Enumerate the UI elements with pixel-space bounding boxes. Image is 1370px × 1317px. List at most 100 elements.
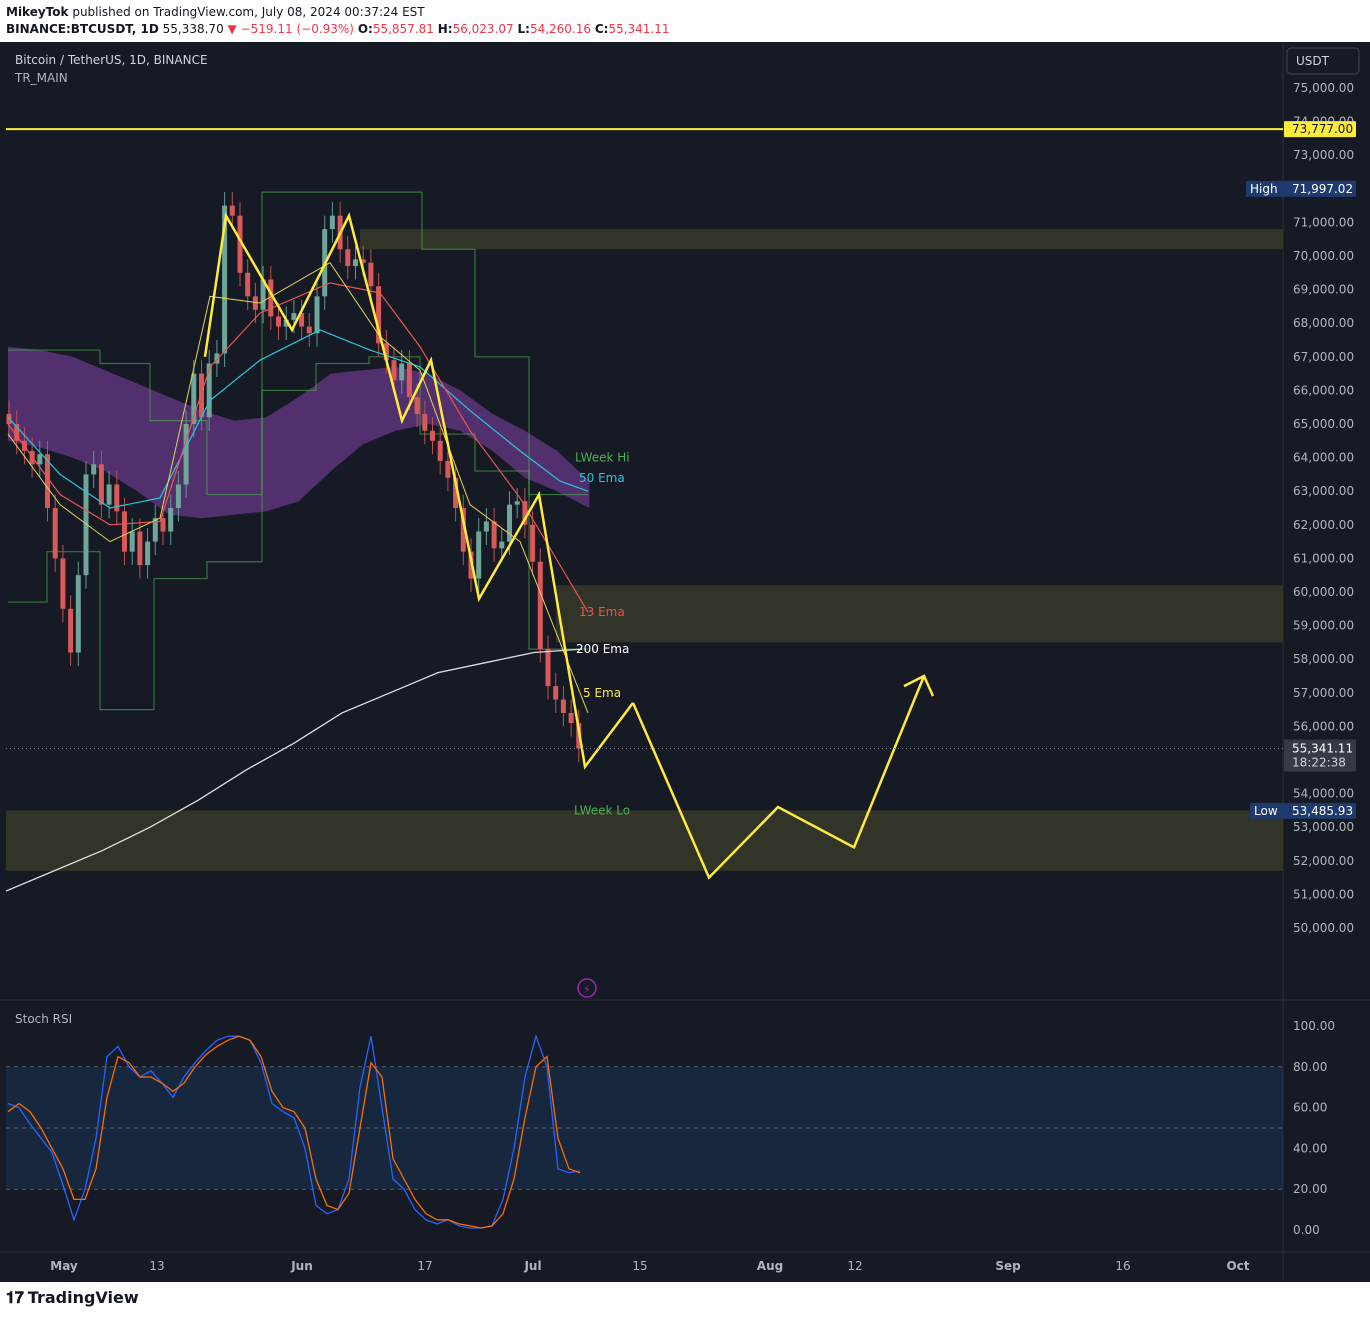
chart-area[interactable]: LWeek Hi 50 Ema 13 Ema 200 Ema 5 Ema LWeek Lo… xyxy=(0,42,1370,1282)
candle-body xyxy=(229,205,235,216)
price-tick-label: 66,000.00 xyxy=(1293,383,1354,397)
price-tick-label: 73,000.00 xyxy=(1293,148,1354,162)
price-change: −519.11 (−0.93%) xyxy=(240,22,354,36)
candle-body xyxy=(491,521,497,549)
stoch-band xyxy=(6,1066,1283,1190)
time-tick-label: 15 xyxy=(632,1259,647,1273)
candle-body xyxy=(68,608,74,653)
candle-body xyxy=(60,558,66,609)
annotation-label: 200 Ema xyxy=(576,642,629,656)
chart-canvas[interactable]: LWeek Hi 50 Ema 13 Ema 200 Ema 5 Ema LWeek Lo… xyxy=(0,42,1370,1282)
price-tick-label: 52,000.00 xyxy=(1293,854,1354,868)
time-tick-label: May xyxy=(50,1259,78,1273)
stoch-rsi-title: Stoch RSI xyxy=(15,1012,72,1026)
candle-body xyxy=(183,424,189,485)
rsi-tick-label: 0.00 xyxy=(1293,1223,1320,1237)
annotation-label: 13 Ema xyxy=(579,605,625,619)
candle-body xyxy=(106,484,112,505)
price-tick-label: 53,000.00 xyxy=(1293,820,1354,834)
time-axis[interactable]: May 13 Jun 17 Jul 15 Aug 12 Sep 16 Oct xyxy=(50,1259,1250,1273)
stoch-rsi-pane: Stoch RSI 0.00 20.00 40.00 60.00 80.00 100.00 xyxy=(6,1012,1335,1237)
close-value: 55,341.11 xyxy=(608,22,670,36)
last-price: 55,338.70 xyxy=(162,22,224,36)
rsi-tick-label: 20.00 xyxy=(1293,1182,1327,1196)
candle-body xyxy=(368,262,374,287)
candle-body xyxy=(530,524,536,562)
time-tick-label: 13 xyxy=(149,1259,164,1273)
price-tick-label: 57,000.00 xyxy=(1293,686,1354,700)
alert-icon[interactable]: ⚡ xyxy=(577,978,597,998)
ema-band-fill xyxy=(8,346,590,519)
tradingview-logo-icon: 𝟏𝟕 xyxy=(6,1288,24,1307)
candle-body xyxy=(514,501,520,505)
annotation-label: LWeek Lo xyxy=(574,803,630,817)
time-tick-label: Sep xyxy=(995,1259,1021,1273)
candle-body xyxy=(52,508,58,559)
currency-label: USDT xyxy=(1296,54,1330,68)
low-value: 54,260.16 xyxy=(529,22,592,36)
candle-body xyxy=(545,649,551,687)
publish-info: published on TradingView.com, July 08, 2… xyxy=(72,5,425,19)
candle-body xyxy=(422,413,428,431)
zone-0 xyxy=(360,229,1283,250)
candle-body xyxy=(91,464,97,475)
currency-button[interactable]: USDT xyxy=(1286,47,1360,75)
annotation-label: LWeek Hi xyxy=(575,451,630,465)
author-name[interactable]: MikeyTok xyxy=(6,5,69,19)
tradingview-footer[interactable]: 𝟏𝟕 TradingView xyxy=(6,1288,139,1308)
open-value: 55,857.81 xyxy=(372,22,434,36)
price-tick-label: 70,000.00 xyxy=(1293,249,1354,263)
candle-body xyxy=(129,531,135,552)
candle-body xyxy=(199,373,204,418)
candle-body xyxy=(537,561,543,650)
candle-body xyxy=(499,541,505,549)
rsi-tick-label: 40.00 xyxy=(1293,1141,1327,1155)
candle-body xyxy=(145,541,151,566)
price-tick-label: 64,000.00 xyxy=(1293,451,1354,465)
zone-2 xyxy=(6,810,1283,871)
candle-body xyxy=(399,363,405,381)
price-tick-label: 63,000.00 xyxy=(1293,484,1354,498)
low-price-label: 53,485.93 xyxy=(1292,804,1353,818)
candle-body xyxy=(206,363,212,418)
legend: Bitcoin / TetherUS, 1D, BINANCE TR_MAIN xyxy=(14,53,208,85)
candle-body xyxy=(353,259,358,267)
zone-1 xyxy=(556,585,1283,643)
candle-body xyxy=(175,484,181,508)
candle-body xyxy=(276,316,281,327)
price-tick-label: 50,000.00 xyxy=(1293,921,1354,935)
last-price-label: 55,341.11 xyxy=(1292,742,1353,756)
price-tick-label: 56,000.00 xyxy=(1293,719,1354,733)
candle-body xyxy=(122,511,127,552)
candle-body xyxy=(306,326,312,334)
price-tick-label: 60,000.00 xyxy=(1293,585,1354,599)
time-tick-label: Oct xyxy=(1226,1259,1249,1273)
candle-body xyxy=(507,504,512,542)
candle-body xyxy=(98,464,104,505)
candle-body xyxy=(37,454,43,465)
price-tick-label: 65,000.00 xyxy=(1293,417,1354,431)
candle-body xyxy=(476,531,482,579)
publish-header: MikeyTok published on TradingView.com, J… xyxy=(6,5,670,36)
price-tick-label: 61,000.00 xyxy=(1293,551,1354,565)
symbol-name: BINANCE:BTCUSDT, 1D xyxy=(6,22,159,36)
candle-body xyxy=(160,518,166,532)
projection-arrowhead xyxy=(903,674,935,697)
time-tick-label: 16 xyxy=(1115,1259,1130,1273)
legend-indicator: TR_MAIN xyxy=(14,71,68,85)
high-price-label: 71,997.02 xyxy=(1292,182,1353,196)
price-tick-label: 68,000.00 xyxy=(1293,316,1354,330)
ema-ribbon xyxy=(8,346,590,519)
price-tick-label: 71,000.00 xyxy=(1293,215,1354,229)
change-down-arrow-icon: ▼ xyxy=(227,22,237,36)
price-tick-label: 58,000.00 xyxy=(1293,652,1354,666)
price-axis[interactable]: 50,000.00 51,000.00 52,000.00 53,000.00 54,0… xyxy=(1246,81,1356,935)
legend-title: Bitcoin / TetherUS, 1D, BINANCE xyxy=(15,53,208,67)
candle-body xyxy=(430,430,435,441)
candle-body xyxy=(414,397,420,414)
candle-body xyxy=(245,272,251,297)
candle-body xyxy=(483,521,489,532)
candle-body xyxy=(314,296,320,334)
candle-body xyxy=(553,686,559,700)
price-tick-label: 54,000.00 xyxy=(1293,787,1354,801)
